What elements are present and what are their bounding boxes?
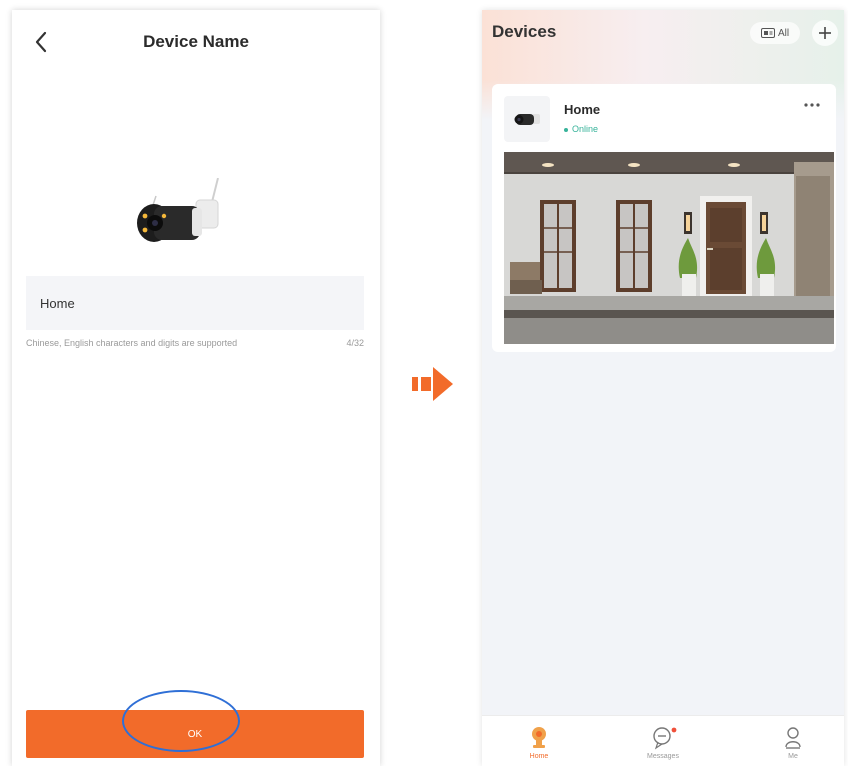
messages-icon (653, 727, 677, 750)
device-name-input[interactable] (26, 276, 364, 330)
arrow-right-icon (412, 364, 456, 404)
more-options-button[interactable] (800, 98, 824, 112)
tab-messages-label: Messages (647, 753, 679, 760)
plus-icon (819, 27, 831, 39)
tab-home-label: Home (529, 753, 549, 760)
tab-messages[interactable]: Messages (618, 720, 708, 764)
nav-bar: Device Name (12, 10, 380, 72)
camera-image (132, 177, 228, 258)
more-dots-icon (804, 103, 820, 107)
device-status: Online (564, 124, 598, 134)
device-card[interactable]: Home Online (492, 84, 836, 352)
person-icon (785, 727, 801, 749)
ok-button[interactable]: OK (26, 710, 364, 758)
char-counter: 4/32 (346, 338, 364, 348)
notification-badge (671, 727, 677, 733)
filter-all-button[interactable]: All (750, 22, 800, 44)
bottom-tab-bar: Home Messages Me (482, 715, 844, 766)
devices-screen: Devices All Home Online Home Messages Me (482, 10, 844, 766)
home-icon (532, 727, 546, 748)
camera-preview[interactable] (504, 152, 834, 344)
filter-label: All (777, 27, 790, 39)
status-label: Online (572, 124, 599, 134)
name-hint: Chinese, English characters and digits a… (26, 338, 238, 348)
page-title: Device Name (143, 32, 249, 51)
device-name-screen: Device Name Chinese, English characters … (12, 10, 380, 766)
online-dot (564, 127, 568, 132)
tab-me[interactable]: Me (748, 720, 838, 764)
tab-me-label: Me (788, 753, 798, 760)
device-name: Home (564, 102, 601, 117)
camera-icon (514, 114, 540, 125)
device-thumbnail (504, 96, 550, 142)
group-icon (760, 28, 775, 38)
add-device-button[interactable] (812, 20, 838, 46)
page-title: Devices (492, 22, 557, 41)
tab-home[interactable]: Home (494, 720, 584, 764)
